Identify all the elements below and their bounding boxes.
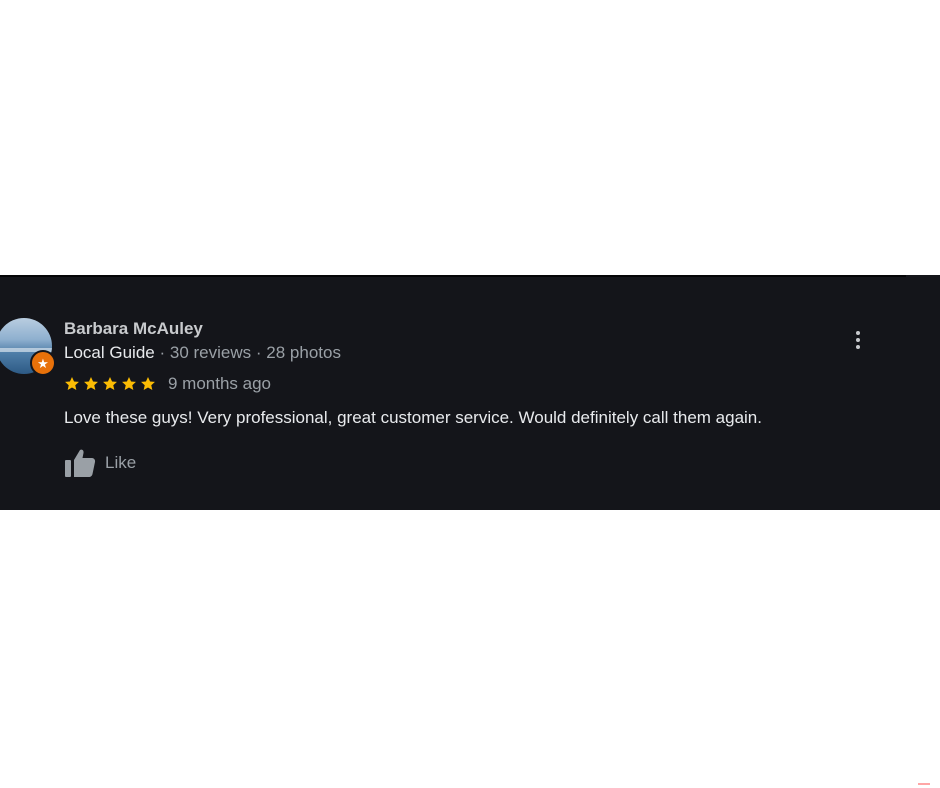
meta-separator: · — [159, 343, 166, 362]
like-button[interactable]: Like — [64, 447, 136, 479]
more-vert-icon — [856, 338, 860, 342]
review-date: 9 months ago — [168, 374, 272, 393]
like-label: Like — [105, 453, 137, 472]
star-rating — [64, 376, 156, 392]
more-options-button[interactable] — [848, 328, 868, 352]
photos-count: 28 photos — [266, 343, 341, 362]
star-icon — [65, 377, 79, 390]
reviewer-meta: Local Guide · 30 reviews · 28 photos — [64, 343, 341, 363]
local-guide-label: Local Guide — [64, 343, 155, 362]
rating-row: 9 months ago — [64, 373, 271, 395]
star-badge-icon: ★ — [30, 350, 56, 376]
corner-mark — [918, 783, 930, 785]
review-text: Love these guys! Very professional, grea… — [64, 408, 762, 427]
meta-separator: · — [255, 343, 262, 362]
reviews-count: 30 reviews — [169, 343, 252, 362]
card-divider — [0, 275, 906, 277]
star-icon — [84, 377, 98, 390]
star-icon — [141, 377, 155, 390]
thumbs-up-icon — [65, 449, 96, 477]
more-vert-icon — [856, 331, 860, 335]
reviewer-name[interactable]: Barbara McAuley — [64, 319, 203, 339]
review-card: ★ Barbara McAuley Local Guide · 30 revie… — [0, 275, 940, 510]
star-icon — [103, 377, 117, 390]
more-vert-icon — [856, 345, 860, 349]
star-icon — [122, 377, 136, 390]
